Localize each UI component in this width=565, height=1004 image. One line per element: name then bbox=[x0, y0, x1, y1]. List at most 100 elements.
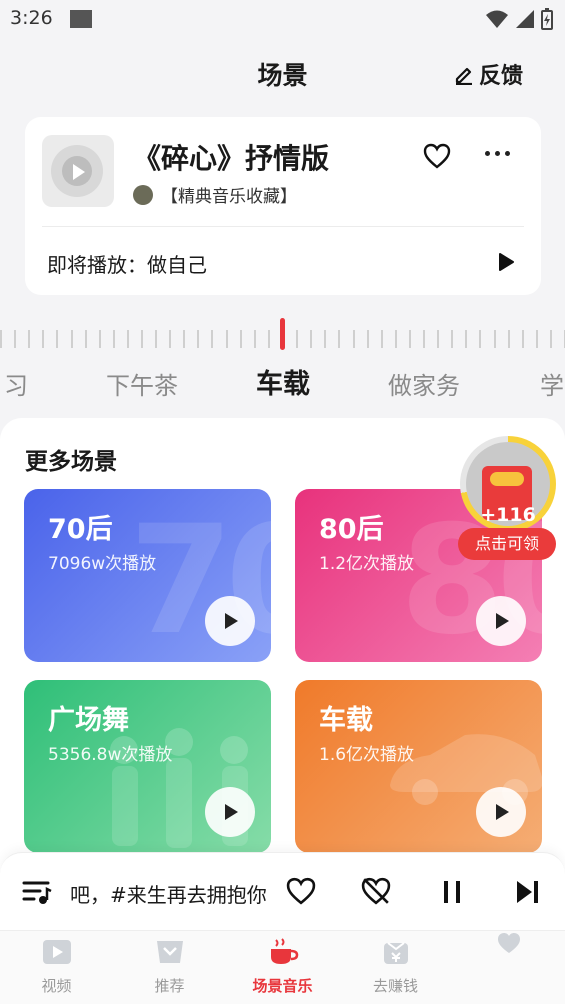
ruler-tick bbox=[56, 330, 58, 348]
ruler-tick bbox=[338, 330, 340, 348]
ruler-tick bbox=[71, 330, 73, 348]
now-playing-card[interactable]: 《碎心》抒情版 【精典音乐收藏】 即将播放：做自己 bbox=[25, 117, 541, 295]
scene-tab-4[interactable]: 学 bbox=[540, 366, 564, 401]
mini-player: 吧，#来生再去拥抱你 bbox=[0, 852, 565, 930]
tile-play-button[interactable] bbox=[205, 596, 255, 646]
tile-name: 车载 bbox=[319, 705, 373, 736]
album-cover[interactable] bbox=[42, 135, 114, 207]
playlist-button[interactable] bbox=[22, 879, 52, 909]
tab-video[interactable]: 视频 bbox=[0, 931, 113, 1004]
heart-avatar-icon bbox=[497, 933, 520, 953]
ruler-tick bbox=[113, 330, 115, 348]
tile-plays: 1.6亿次播放 bbox=[319, 745, 415, 765]
dislike-button[interactable] bbox=[360, 877, 392, 909]
scene-tile-car[interactable]: 车载 1.6亿次播放 bbox=[295, 680, 542, 853]
ruler-tick bbox=[550, 330, 552, 348]
status-icons bbox=[485, 8, 553, 30]
recommend-icon bbox=[156, 941, 183, 963]
notification-icon bbox=[70, 10, 92, 28]
favorite-button[interactable] bbox=[423, 143, 451, 173]
scene-tab-2[interactable]: 车载 bbox=[256, 362, 310, 401]
ruler-tick bbox=[324, 330, 326, 348]
ruler-tick bbox=[367, 330, 369, 348]
tab-label: 视频 bbox=[41, 977, 72, 995]
ruler-tick bbox=[536, 330, 538, 348]
tile-play-button[interactable] bbox=[476, 787, 526, 837]
divider bbox=[42, 226, 524, 227]
scene-tab-3[interactable]: 做家务 bbox=[388, 366, 460, 401]
tile-play-button[interactable] bbox=[476, 596, 526, 646]
ruler-tick bbox=[268, 330, 270, 348]
edit-icon bbox=[455, 67, 472, 85]
ruler-tick bbox=[479, 330, 481, 348]
up-next-label: 即将播放：做自己 bbox=[47, 253, 207, 277]
wifi-icon bbox=[486, 10, 508, 28]
coffee-icon bbox=[270, 938, 298, 964]
album-row[interactable]: 【精典音乐收藏】 bbox=[133, 182, 297, 207]
tile-play-button[interactable] bbox=[205, 787, 255, 837]
ruler-tick bbox=[522, 330, 524, 348]
status-time: 3:26 bbox=[10, 7, 53, 29]
ruler-tick bbox=[0, 330, 2, 348]
tab-earn-money[interactable]: 去赚钱 bbox=[339, 931, 452, 1004]
claim-button[interactable]: 点击可领 bbox=[458, 528, 556, 560]
scene-tab-0[interactable]: 习 bbox=[4, 366, 28, 401]
heart-icon bbox=[423, 143, 451, 169]
scene-tab-1[interactable]: 下午茶 bbox=[106, 366, 178, 401]
up-next-play-button[interactable] bbox=[497, 252, 515, 276]
ruler-tick bbox=[254, 330, 256, 348]
mini-like-button[interactable] bbox=[285, 877, 317, 909]
ruler-tick bbox=[28, 330, 30, 348]
album-avatar bbox=[133, 184, 153, 205]
ruler-tick bbox=[155, 330, 157, 348]
ruler-tick bbox=[85, 330, 87, 348]
broken-heart-icon bbox=[361, 877, 391, 905]
ruler-tick bbox=[183, 330, 185, 348]
ruler-needle bbox=[280, 318, 285, 350]
ruler-tick bbox=[451, 330, 453, 348]
mini-player-scroll-text: 吧，#来生再去拥抱你 bbox=[70, 883, 267, 907]
red-envelope-reward[interactable]: +116 点击可领 bbox=[458, 436, 558, 560]
album-name: 【精典音乐收藏】 bbox=[161, 187, 297, 207]
ruler-tick bbox=[494, 330, 496, 348]
ruler-tick bbox=[409, 330, 411, 348]
battery-icon bbox=[541, 8, 553, 30]
song-title: 《碎心》抒情版 bbox=[133, 142, 330, 175]
scene-ruler[interactable] bbox=[0, 318, 565, 352]
video-icon bbox=[42, 940, 71, 964]
playlist-icon bbox=[22, 881, 52, 904]
ruler-tick bbox=[42, 330, 44, 348]
scene-tabs: 习 下午茶 车载 做家务 学 bbox=[0, 362, 565, 402]
pause-button[interactable] bbox=[440, 880, 464, 908]
ruler-tick bbox=[197, 330, 199, 348]
dot-icon bbox=[485, 151, 490, 156]
next-track-button[interactable] bbox=[514, 879, 540, 909]
tile-plays: 1.2亿次播放 bbox=[319, 554, 415, 574]
ruler-tick bbox=[141, 330, 143, 348]
tab-recommend[interactable]: 推荐 bbox=[113, 931, 226, 1004]
tab-profile[interactable] bbox=[452, 931, 565, 1004]
skip-next-icon bbox=[517, 881, 538, 903]
pause-icon bbox=[444, 881, 460, 903]
ruler-tick bbox=[296, 330, 298, 348]
dot-icon bbox=[505, 151, 510, 156]
play-icon bbox=[499, 253, 514, 271]
ruler-tick bbox=[465, 330, 467, 348]
scene-tile-70s[interactable]: 70 70后 7096w次播放 bbox=[24, 489, 271, 662]
more-options-button[interactable] bbox=[485, 151, 510, 156]
tile-bg-number: 70 bbox=[129, 494, 271, 662]
ruler-tick bbox=[437, 330, 439, 348]
dot-icon bbox=[495, 151, 500, 156]
reward-amount: +116 bbox=[480, 504, 536, 526]
tab-label: 场景音乐 bbox=[252, 977, 313, 995]
ruler-tick bbox=[99, 330, 101, 348]
tab-scene-music[interactable]: 场景音乐 bbox=[226, 931, 339, 1004]
tile-name: 广场舞 bbox=[48, 705, 129, 736]
tile-name: 70后 bbox=[48, 514, 113, 545]
feedback-label: 反馈 bbox=[478, 64, 523, 89]
feedback-button[interactable]: 反馈 bbox=[453, 58, 523, 90]
tile-plays: 7096w次播放 bbox=[48, 554, 157, 574]
scene-tile-square-dance[interactable]: 广场舞 5356.8w次播放 bbox=[24, 680, 271, 853]
page-header: 场景 反馈 bbox=[0, 48, 565, 94]
ruler-tick bbox=[211, 330, 213, 348]
